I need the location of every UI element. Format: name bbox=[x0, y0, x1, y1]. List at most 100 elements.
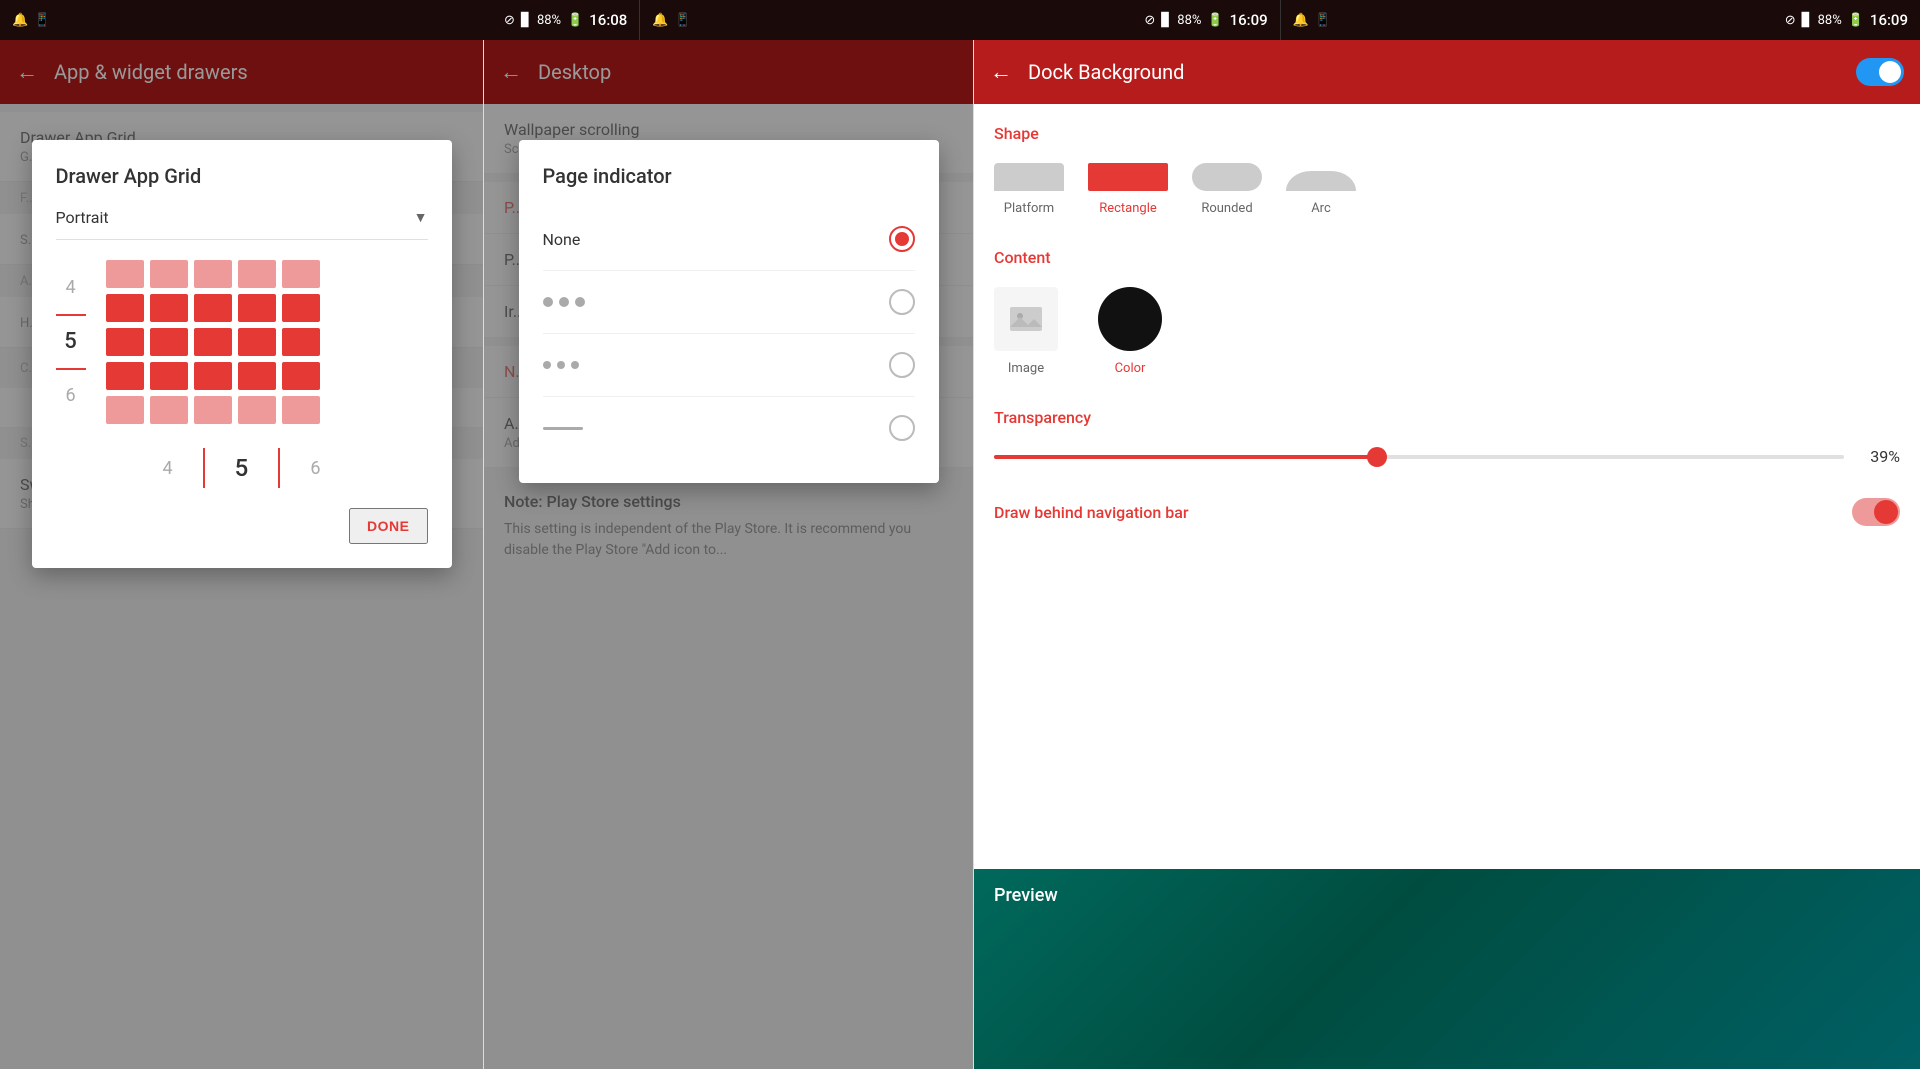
shape-section-title: Shape bbox=[994, 124, 1900, 143]
radio-line[interactable] bbox=[543, 397, 915, 459]
radio-none-btn[interactable] bbox=[889, 226, 915, 252]
block-4-1 bbox=[106, 362, 144, 390]
page-indicator-dialog: Page indicator None bbox=[519, 140, 939, 483]
radio-line-btn[interactable] bbox=[889, 415, 915, 441]
transparency-slider-track[interactable] bbox=[994, 455, 1844, 459]
shape-option-rounded[interactable]: Rounded bbox=[1192, 163, 1262, 216]
block-4-3 bbox=[194, 362, 232, 390]
grid-row-2 bbox=[106, 294, 320, 322]
radio-dots-1[interactable] bbox=[543, 271, 915, 334]
battery-2: 88% bbox=[1177, 13, 1201, 28]
wifi-icon-2: ⊘ bbox=[1144, 13, 1155, 28]
time-3: 16:09 bbox=[1870, 11, 1908, 29]
shape-label-arc: Arc bbox=[1311, 201, 1331, 216]
dot-2-a bbox=[543, 361, 551, 369]
block-2-4 bbox=[238, 294, 276, 322]
content-option-color[interactable]: Color bbox=[1098, 287, 1162, 376]
col-num-5[interactable]: 5 bbox=[235, 454, 249, 482]
page-indicator-title: Page indicator bbox=[543, 164, 915, 188]
radio-none[interactable]: None bbox=[543, 208, 915, 271]
dialog-actions: DONE bbox=[56, 508, 428, 544]
panel-dock-background: ← Dock Background Shape Platform Rectang… bbox=[974, 40, 1920, 1069]
block-4-4 bbox=[238, 362, 276, 390]
row-num-6[interactable]: 6 bbox=[65, 376, 75, 416]
block-2-1 bbox=[106, 294, 144, 322]
line-indicator bbox=[543, 427, 583, 430]
block-1-4 bbox=[238, 260, 276, 288]
shape-option-rectangle[interactable]: Rectangle bbox=[1088, 163, 1168, 216]
drawer-app-grid-dialog-overlay: Drawer App Grid Portrait ▼ 4 5 6 bbox=[0, 40, 483, 1069]
phone-icon-2: 📱 bbox=[675, 13, 691, 28]
block-5-3 bbox=[194, 396, 232, 424]
radio-dots-2[interactable] bbox=[543, 334, 915, 397]
grid-row-4 bbox=[106, 362, 320, 390]
status-bar: 🔔 📱 ⊘ ▊ 88% 🔋 16:08 🔔 📱 ⊘ ▊ 88% 🔋 16:09 … bbox=[0, 0, 1920, 40]
shape-option-arc[interactable]: Arc bbox=[1286, 171, 1356, 216]
alarm-icon-1: 🔔 bbox=[12, 13, 28, 28]
block-5-4 bbox=[238, 396, 276, 424]
status-right-2: ⊘ ▊ 88% 🔋 16:09 bbox=[1144, 11, 1267, 29]
radio-dots-1-btn[interactable] bbox=[889, 289, 915, 315]
wifi-icon-3: ⊘ bbox=[1785, 13, 1796, 28]
dot-1-a bbox=[543, 297, 553, 307]
row-num-5[interactable]: 5 bbox=[64, 322, 77, 362]
transparency-slider-thumb[interactable] bbox=[1367, 447, 1387, 467]
battery-icon-3: 🔋 bbox=[1848, 13, 1864, 28]
battery-3: 88% bbox=[1818, 13, 1842, 28]
orientation-dropdown[interactable]: Portrait ▼ bbox=[56, 208, 428, 240]
content-option-image[interactable]: Image bbox=[994, 287, 1058, 376]
dot-1-b bbox=[559, 297, 569, 307]
shape-option-platform[interactable]: Platform bbox=[994, 163, 1064, 216]
block-3-1 bbox=[106, 328, 144, 356]
panel3-title: Dock Background bbox=[1028, 60, 1184, 84]
time-1: 16:08 bbox=[589, 11, 627, 29]
block-3-3 bbox=[194, 328, 232, 356]
transparency-value: 39% bbox=[1860, 447, 1900, 466]
image-icon bbox=[1006, 299, 1046, 339]
shape-preview-arc bbox=[1286, 171, 1356, 191]
status-right-3: ⊘ ▊ 88% 🔋 16:09 bbox=[1785, 11, 1908, 29]
shape-preview-rounded bbox=[1192, 163, 1262, 191]
page-indicator-dialog-overlay: Page indicator None bbox=[484, 40, 973, 1069]
row-num-4[interactable]: 4 bbox=[65, 268, 75, 308]
radio-none-label: None bbox=[543, 230, 581, 249]
col-num-6[interactable]: 6 bbox=[310, 458, 320, 479]
col-picker: 4 5 6 bbox=[56, 448, 428, 488]
block-2-2 bbox=[150, 294, 188, 322]
dock-bg-toggle[interactable] bbox=[1856, 58, 1904, 86]
radio-dots-2-btn[interactable] bbox=[889, 352, 915, 378]
wifi-icon-1: ⊘ bbox=[504, 13, 515, 28]
dot-2-c bbox=[571, 361, 579, 369]
draw-behind-nav-toggle[interactable] bbox=[1852, 498, 1900, 526]
block-4-2 bbox=[150, 362, 188, 390]
col-divider-2 bbox=[278, 448, 280, 488]
dialog-title-drawer: Drawer App Grid bbox=[56, 164, 428, 188]
dropdown-value: Portrait bbox=[56, 208, 109, 227]
dot-indicator-2 bbox=[543, 361, 579, 369]
content-selector: Image Color bbox=[994, 287, 1900, 376]
block-2-5 bbox=[282, 294, 320, 322]
block-1-2 bbox=[150, 260, 188, 288]
alarm-icon-3: 🔔 bbox=[1293, 13, 1309, 28]
transparency-row: 39% bbox=[994, 447, 1900, 466]
block-3-2 bbox=[150, 328, 188, 356]
block-5-1 bbox=[106, 396, 144, 424]
signal-icon-3: ▊ bbox=[1802, 13, 1812, 28]
col-divider-1 bbox=[203, 448, 205, 488]
panel-desktop: ← Desktop Wallpaper scrolling Scroll wal… bbox=[484, 40, 974, 1069]
row-line-4 bbox=[56, 314, 86, 316]
app-bar-panel3: ← Dock Background bbox=[974, 40, 1920, 104]
row-line-5 bbox=[56, 368, 86, 370]
status-right-1: ⊘ ▊ 88% 🔋 16:08 bbox=[504, 11, 627, 29]
drawer-app-grid-dialog: Drawer App Grid Portrait ▼ 4 5 6 bbox=[32, 140, 452, 568]
grid-picker: 4 5 6 bbox=[56, 260, 428, 424]
dot-2-b bbox=[557, 361, 565, 369]
transparency-section-title: Transparency bbox=[994, 408, 1900, 427]
col-num-4[interactable]: 4 bbox=[163, 458, 173, 479]
status-section-2: 🔔 📱 ⊘ ▊ 88% 🔋 16:09 bbox=[640, 0, 1280, 40]
back-button-panel3[interactable]: ← bbox=[990, 59, 1012, 85]
done-button[interactable]: DONE bbox=[349, 508, 427, 544]
phone-icon-1: 📱 bbox=[34, 13, 50, 28]
status-section-3: 🔔 📱 ⊘ ▊ 88% 🔋 16:09 bbox=[1281, 0, 1920, 40]
grid-row-1 bbox=[106, 260, 320, 288]
